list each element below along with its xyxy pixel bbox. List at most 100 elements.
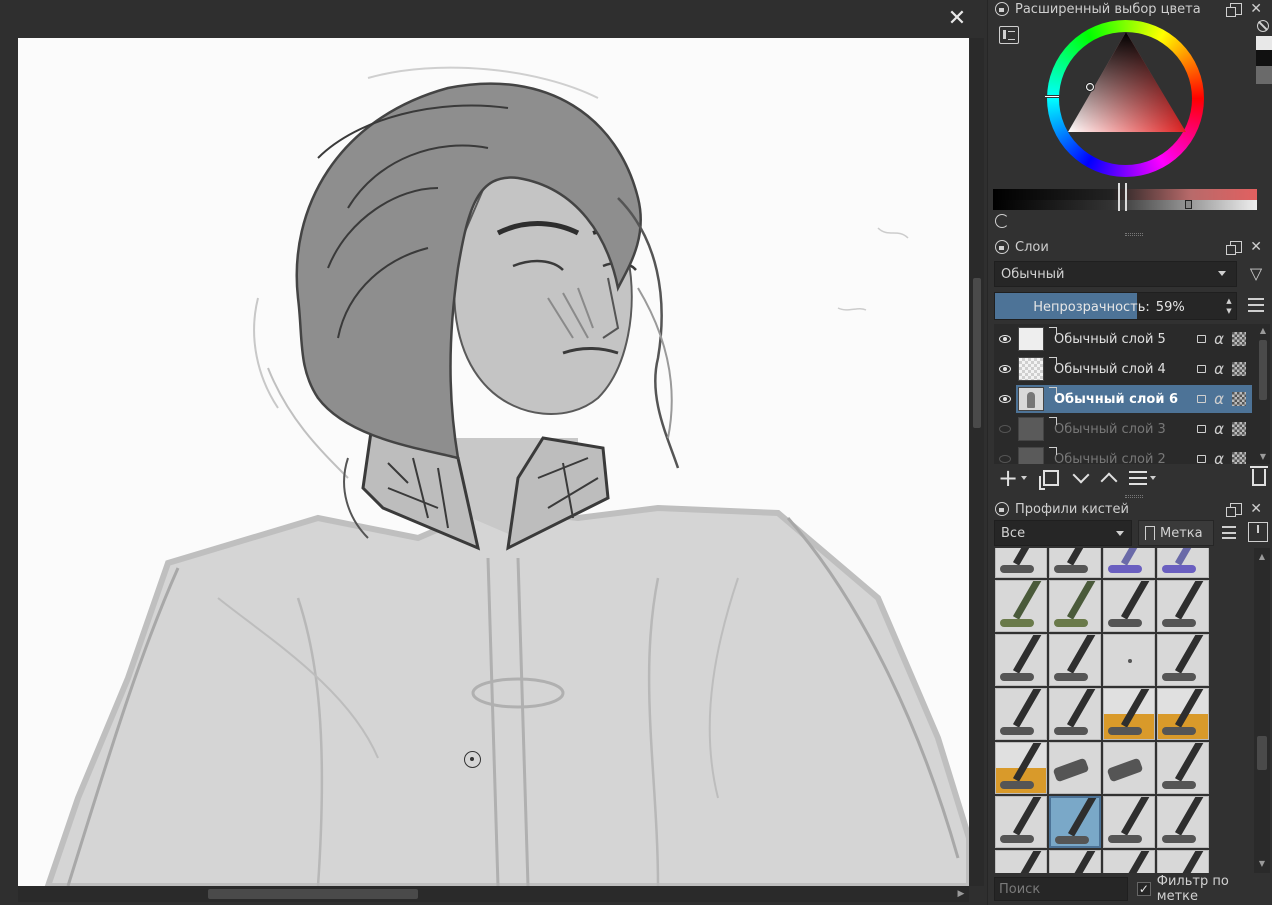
layer-body[interactable]: Обычный слой 3 α [1016, 415, 1252, 443]
brush-preset-tile[interactable] [1157, 634, 1209, 686]
filter-by-tag-checkbox[interactable]: ✓ Фильтр по метке [1137, 874, 1272, 904]
brush-preset-tile[interactable] [1157, 580, 1209, 632]
brush-search-input[interactable] [994, 877, 1128, 901]
filter-icon[interactable]: ▽ [1248, 265, 1264, 283]
swatch-white[interactable] [1256, 36, 1272, 50]
hue-marker[interactable] [1044, 95, 1060, 98]
opacity-spinner[interactable]: ▲ ▼ [1224, 296, 1234, 316]
layer-row[interactable]: Обычный слой 6 α [994, 384, 1256, 414]
spin-up-icon[interactable]: ▲ [1224, 296, 1234, 306]
brush-preset-tile[interactable] [1049, 850, 1101, 873]
layer-lock-icon[interactable] [1197, 395, 1207, 403]
layer-properties-button[interactable] [1129, 464, 1157, 492]
brush-preset-tile[interactable] [995, 580, 1047, 632]
layer-row[interactable]: Обычный слой 3 α [994, 414, 1256, 444]
float-panel-icon[interactable] [1226, 241, 1243, 255]
brush-preset-tile[interactable] [1103, 580, 1155, 632]
lock-icon[interactable] [995, 502, 1009, 516]
layer-list-scrollbar[interactable]: ▲ ▼ [1256, 324, 1270, 464]
brush-preset-tile[interactable] [1103, 688, 1155, 740]
opacity-slider[interactable]: Непрозрачность: 59% ▲ ▼ [994, 292, 1237, 320]
lock-icon[interactable] [995, 2, 1009, 16]
add-layer-button[interactable]: + [998, 464, 1028, 492]
layer-row[interactable]: Обычный слой 5 α [994, 324, 1256, 354]
brush-preset-tile[interactable] [1157, 850, 1209, 873]
brush-preset-tile[interactable] [1049, 742, 1101, 794]
brush-preset-tile[interactable] [995, 634, 1047, 686]
brush-preset-tile[interactable] [995, 742, 1047, 794]
color-value-sliders[interactable] [993, 183, 1257, 211]
eye-icon[interactable] [994, 354, 1016, 384]
layer-body[interactable]: Обычный слой 6 α [1016, 385, 1252, 413]
reset-colors-icon[interactable] [995, 214, 1009, 228]
brush-preset-tile[interactable] [1049, 548, 1101, 578]
close-canvas-icon[interactable]: ✕ [946, 8, 968, 30]
brush-preset-tile[interactable] [1103, 850, 1155, 873]
alpha-lock-icon[interactable]: α [1214, 390, 1224, 408]
brush-preset-tile[interactable] [1157, 548, 1209, 578]
inherit-alpha-icon[interactable] [1232, 422, 1246, 436]
brush-preset-tile[interactable] [1157, 742, 1209, 794]
layer-options-menu-icon[interactable] [1248, 298, 1264, 312]
brush-preset-tile[interactable] [1049, 634, 1101, 686]
close-panel-icon[interactable]: ✕ [1250, 239, 1262, 255]
layer-row[interactable]: Обычный слой 4 α [994, 354, 1256, 384]
move-layer-down-button[interactable] [1072, 464, 1090, 492]
canvas-horizontal-scrollbar[interactable]: ▶ [18, 886, 969, 902]
layer-lock-icon[interactable] [1197, 455, 1207, 463]
brush-preset-grid[interactable] [995, 548, 1211, 873]
inherit-alpha-icon[interactable] [1232, 332, 1246, 346]
eye-icon[interactable] [994, 324, 1016, 354]
brush-preset-tile[interactable] [1157, 688, 1209, 740]
inherit-alpha-icon[interactable] [1232, 452, 1246, 464]
brush-preset-tile[interactable] [1103, 796, 1155, 848]
brush-preset-tile[interactable] [1049, 688, 1101, 740]
spin-down-icon[interactable]: ▼ [1224, 306, 1234, 316]
inherit-alpha-icon[interactable] [1232, 362, 1246, 376]
layer-lock-icon[interactable] [1197, 425, 1207, 433]
slider-knob[interactable] [1185, 200, 1192, 209]
alpha-lock-icon[interactable]: α [1214, 450, 1224, 464]
brush-preset-tile[interactable] [995, 548, 1047, 578]
float-panel-icon[interactable] [1226, 3, 1243, 17]
scroll-up-icon[interactable]: ▲ [1257, 552, 1267, 562]
float-panel-icon[interactable] [1226, 503, 1243, 517]
close-panel-icon[interactable]: ✕ [1250, 1, 1262, 17]
brush-preset-tile[interactable] [995, 796, 1047, 848]
brush-tag-select[interactable]: Все [994, 520, 1132, 546]
swatch-gray[interactable] [1256, 66, 1272, 84]
layer-body[interactable]: Обычный слой 2 α [1016, 445, 1252, 464]
layer-scroll-thumb[interactable] [1259, 340, 1267, 400]
alpha-lock-icon[interactable]: α [1214, 420, 1224, 438]
canvas-vertical-scrollbar[interactable] [970, 38, 984, 886]
layer-body[interactable]: Обычный слой 5 α [1016, 325, 1252, 353]
alpha-lock-icon[interactable]: α [1214, 330, 1224, 348]
scroll-down-icon[interactable]: ▼ [1258, 452, 1268, 462]
color-settings-icon[interactable] [999, 26, 1019, 44]
brush-scroll-thumb[interactable] [1257, 736, 1267, 770]
alpha-lock-icon[interactable]: α [1214, 360, 1224, 378]
inherit-alpha-icon[interactable] [1232, 392, 1246, 406]
scroll-down-icon[interactable]: ▼ [1257, 859, 1267, 869]
tag-button[interactable]: Метка [1138, 520, 1214, 546]
brush-preset-tile[interactable] [1103, 742, 1155, 794]
drawing-canvas[interactable] [18, 38, 969, 886]
delete-layer-button[interactable] [1250, 466, 1268, 486]
brush-view-mode-icon[interactable] [1248, 522, 1268, 542]
brush-options-menu-icon[interactable] [1222, 526, 1236, 539]
brush-preset-tile[interactable] [995, 688, 1047, 740]
color-triangle[interactable] [1066, 32, 1186, 134]
brush-preset-tile[interactable] [1157, 796, 1209, 848]
lock-icon[interactable] [995, 240, 1009, 254]
swatch-black[interactable] [1256, 50, 1272, 66]
eye-icon[interactable] [994, 384, 1016, 414]
no-color-icon[interactable] [1257, 20, 1269, 32]
move-layer-up-button[interactable] [1100, 464, 1118, 492]
layer-list[interactable]: Обычный слой 5 α Обычный слой 4 α Обычный сл… [994, 324, 1256, 464]
canvas-vscroll-thumb[interactable] [973, 278, 981, 428]
layer-lock-icon[interactable] [1197, 335, 1207, 343]
scroll-right-icon[interactable]: ▶ [955, 888, 967, 900]
eye-hidden-icon[interactable] [994, 444, 1016, 464]
panel-resize-grip[interactable] [1125, 233, 1143, 236]
canvas-hscroll-thumb[interactable] [208, 889, 418, 899]
